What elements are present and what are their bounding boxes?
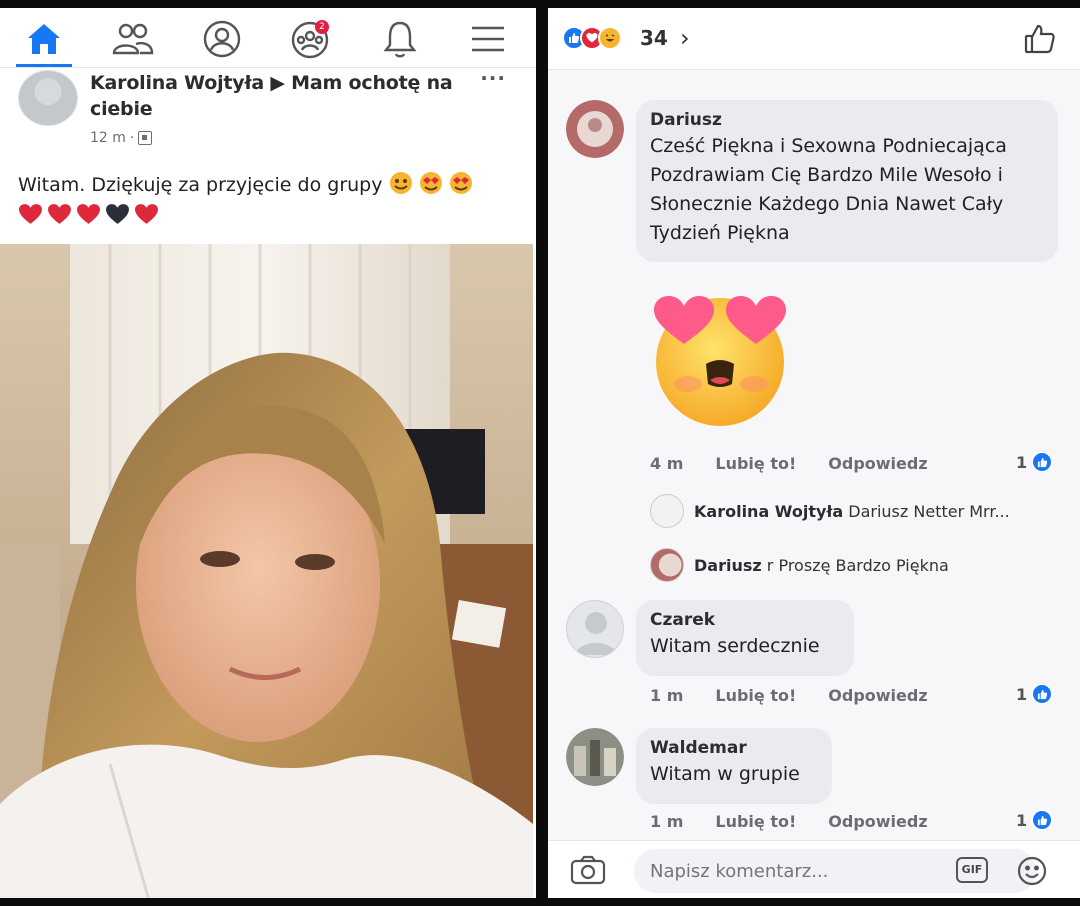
- comment-actions: 1 m Lubię to! Odpowiedz: [650, 686, 928, 705]
- separator-dot: ·: [129, 130, 135, 146]
- audience-icon: [138, 131, 153, 145]
- comment-bubble: Dariusz Cześć Piękna i Sexowna Podniecaj…: [636, 100, 1058, 262]
- post-meta: 12 m ·: [90, 130, 153, 146]
- home-icon[interactable]: [14, 14, 74, 64]
- red-heart-icon: [19, 204, 42, 224]
- reply-text: r Proszę Bardzo Piękna: [766, 555, 949, 575]
- like-reaction-icon: [1031, 683, 1054, 705]
- reply-author: Karolina Wojtyła: [694, 501, 844, 521]
- emoji-group-icon: [389, 172, 472, 194]
- post-header: Karolina Wojtyła ▶ Mam ochotę na ciebie …: [0, 66, 536, 152]
- reply-button[interactable]: Odpowiedz: [828, 686, 927, 705]
- like-post-button[interactable]: [1024, 24, 1056, 58]
- black-heart-icon: [106, 204, 129, 224]
- commenter-avatar[interactable]: [566, 728, 624, 786]
- profile-icon[interactable]: [192, 14, 252, 64]
- comment-text: Witam serdecznie: [650, 635, 820, 657]
- reply-button[interactable]: Odpowiedz: [828, 454, 927, 473]
- haha-reaction-icon: [598, 26, 622, 50]
- red-heart-icon: [135, 204, 158, 224]
- post-author-line[interactable]: Karolina Wojtyła ▶ Mam ochotę na ciebie: [90, 70, 470, 122]
- comment-bubble: Czarek Witam serdecznie: [636, 600, 854, 676]
- reply-button[interactable]: Odpowiedz: [828, 812, 927, 831]
- reply-text: Dariusz Netter Mrr...: [848, 501, 1010, 521]
- reply-avatar: [650, 548, 684, 582]
- camera-icon[interactable]: [570, 855, 606, 889]
- groups-badge: 2: [315, 20, 329, 34]
- comment-time: 1 m: [650, 686, 684, 705]
- comment-bubble: Waldemar Witam w grupie: [636, 728, 832, 804]
- chevron-right-icon[interactable]: ›: [680, 24, 690, 52]
- reply-avatar: [650, 494, 684, 528]
- top-navigation-bar: 2: [0, 8, 536, 68]
- like-button[interactable]: Lubię to!: [715, 454, 796, 473]
- reply-preview[interactable]: Dariusz r Proszę Bardzo Piękna: [650, 548, 949, 582]
- like-count-value: 1: [1016, 810, 1028, 830]
- comment-author[interactable]: Czarek: [650, 608, 840, 632]
- reply-preview[interactable]: Karolina Wojtyła Dariusz Netter Mrr...: [650, 494, 1010, 528]
- reaction-count: 34: [640, 26, 668, 50]
- comments-panel: 34 › Dariusz Cześć Piękna i Sexowna Podn…: [548, 8, 1080, 898]
- like-button[interactable]: Lubię to!: [715, 812, 796, 831]
- comment-composer: GIF: [548, 840, 1080, 898]
- post-text-content: Witam. Dziękuję za przyjęcie do grupy: [18, 174, 383, 196]
- commenter-avatar[interactable]: [566, 100, 624, 158]
- like-reaction-icon: [1031, 451, 1054, 473]
- comment-author[interactable]: Dariusz: [650, 108, 1044, 132]
- comment-actions: 1 m Lubię to! Odpowiedz: [650, 812, 928, 831]
- heart-emojis: [18, 202, 159, 227]
- notifications-icon[interactable]: [370, 14, 430, 64]
- groups-icon[interactable]: 2: [281, 14, 341, 64]
- comment-actions: 4 m Lubię to! Odpowiedz: [650, 454, 928, 473]
- like-button[interactable]: Lubię to!: [715, 686, 796, 705]
- comment-like-count[interactable]: 1: [1016, 683, 1054, 705]
- reply-author: Dariusz: [694, 555, 762, 575]
- post-photo[interactable]: [0, 244, 533, 898]
- comment-time: 4 m: [650, 454, 684, 473]
- reaction-icons: [562, 26, 622, 50]
- comment-like-count[interactable]: 1: [1016, 809, 1054, 831]
- comment-time: 1 m: [650, 812, 684, 831]
- heart-eyes-sticker: [648, 284, 793, 433]
- friends-icon[interactable]: [103, 14, 163, 64]
- comment-author[interactable]: Waldemar: [650, 736, 818, 760]
- post-text: Witam. Dziękuję za przyjęcie do grupy: [18, 170, 528, 200]
- comment-text: Cześć Piękna i Sexowna Podniecająca Pozd…: [650, 135, 1007, 244]
- more-options-button[interactable]: ···: [480, 66, 506, 90]
- comment-text: Witam w grupie: [650, 763, 800, 785]
- red-heart-icon: [77, 204, 100, 224]
- like-count-value: 1: [1016, 684, 1028, 704]
- author-avatar[interactable]: [18, 70, 78, 126]
- emoji-picker-icon[interactable]: [1016, 855, 1048, 891]
- like-count-value: 1: [1016, 452, 1028, 472]
- gif-button[interactable]: GIF: [956, 857, 988, 883]
- red-heart-icon: [48, 204, 71, 224]
- menu-icon[interactable]: [458, 14, 518, 64]
- post-photo-illustration: [0, 244, 533, 898]
- post-panel: 2 Karolina Wojtyła ▶ Mam ochotę na ciebi…: [0, 8, 536, 898]
- commenter-avatar[interactable]: [566, 600, 624, 658]
- reactions-bar[interactable]: 34 ›: [548, 8, 1080, 70]
- like-reaction-icon: [1031, 809, 1054, 831]
- post-time: 12 m: [90, 130, 126, 146]
- comment-like-count[interactable]: 1: [1016, 451, 1054, 473]
